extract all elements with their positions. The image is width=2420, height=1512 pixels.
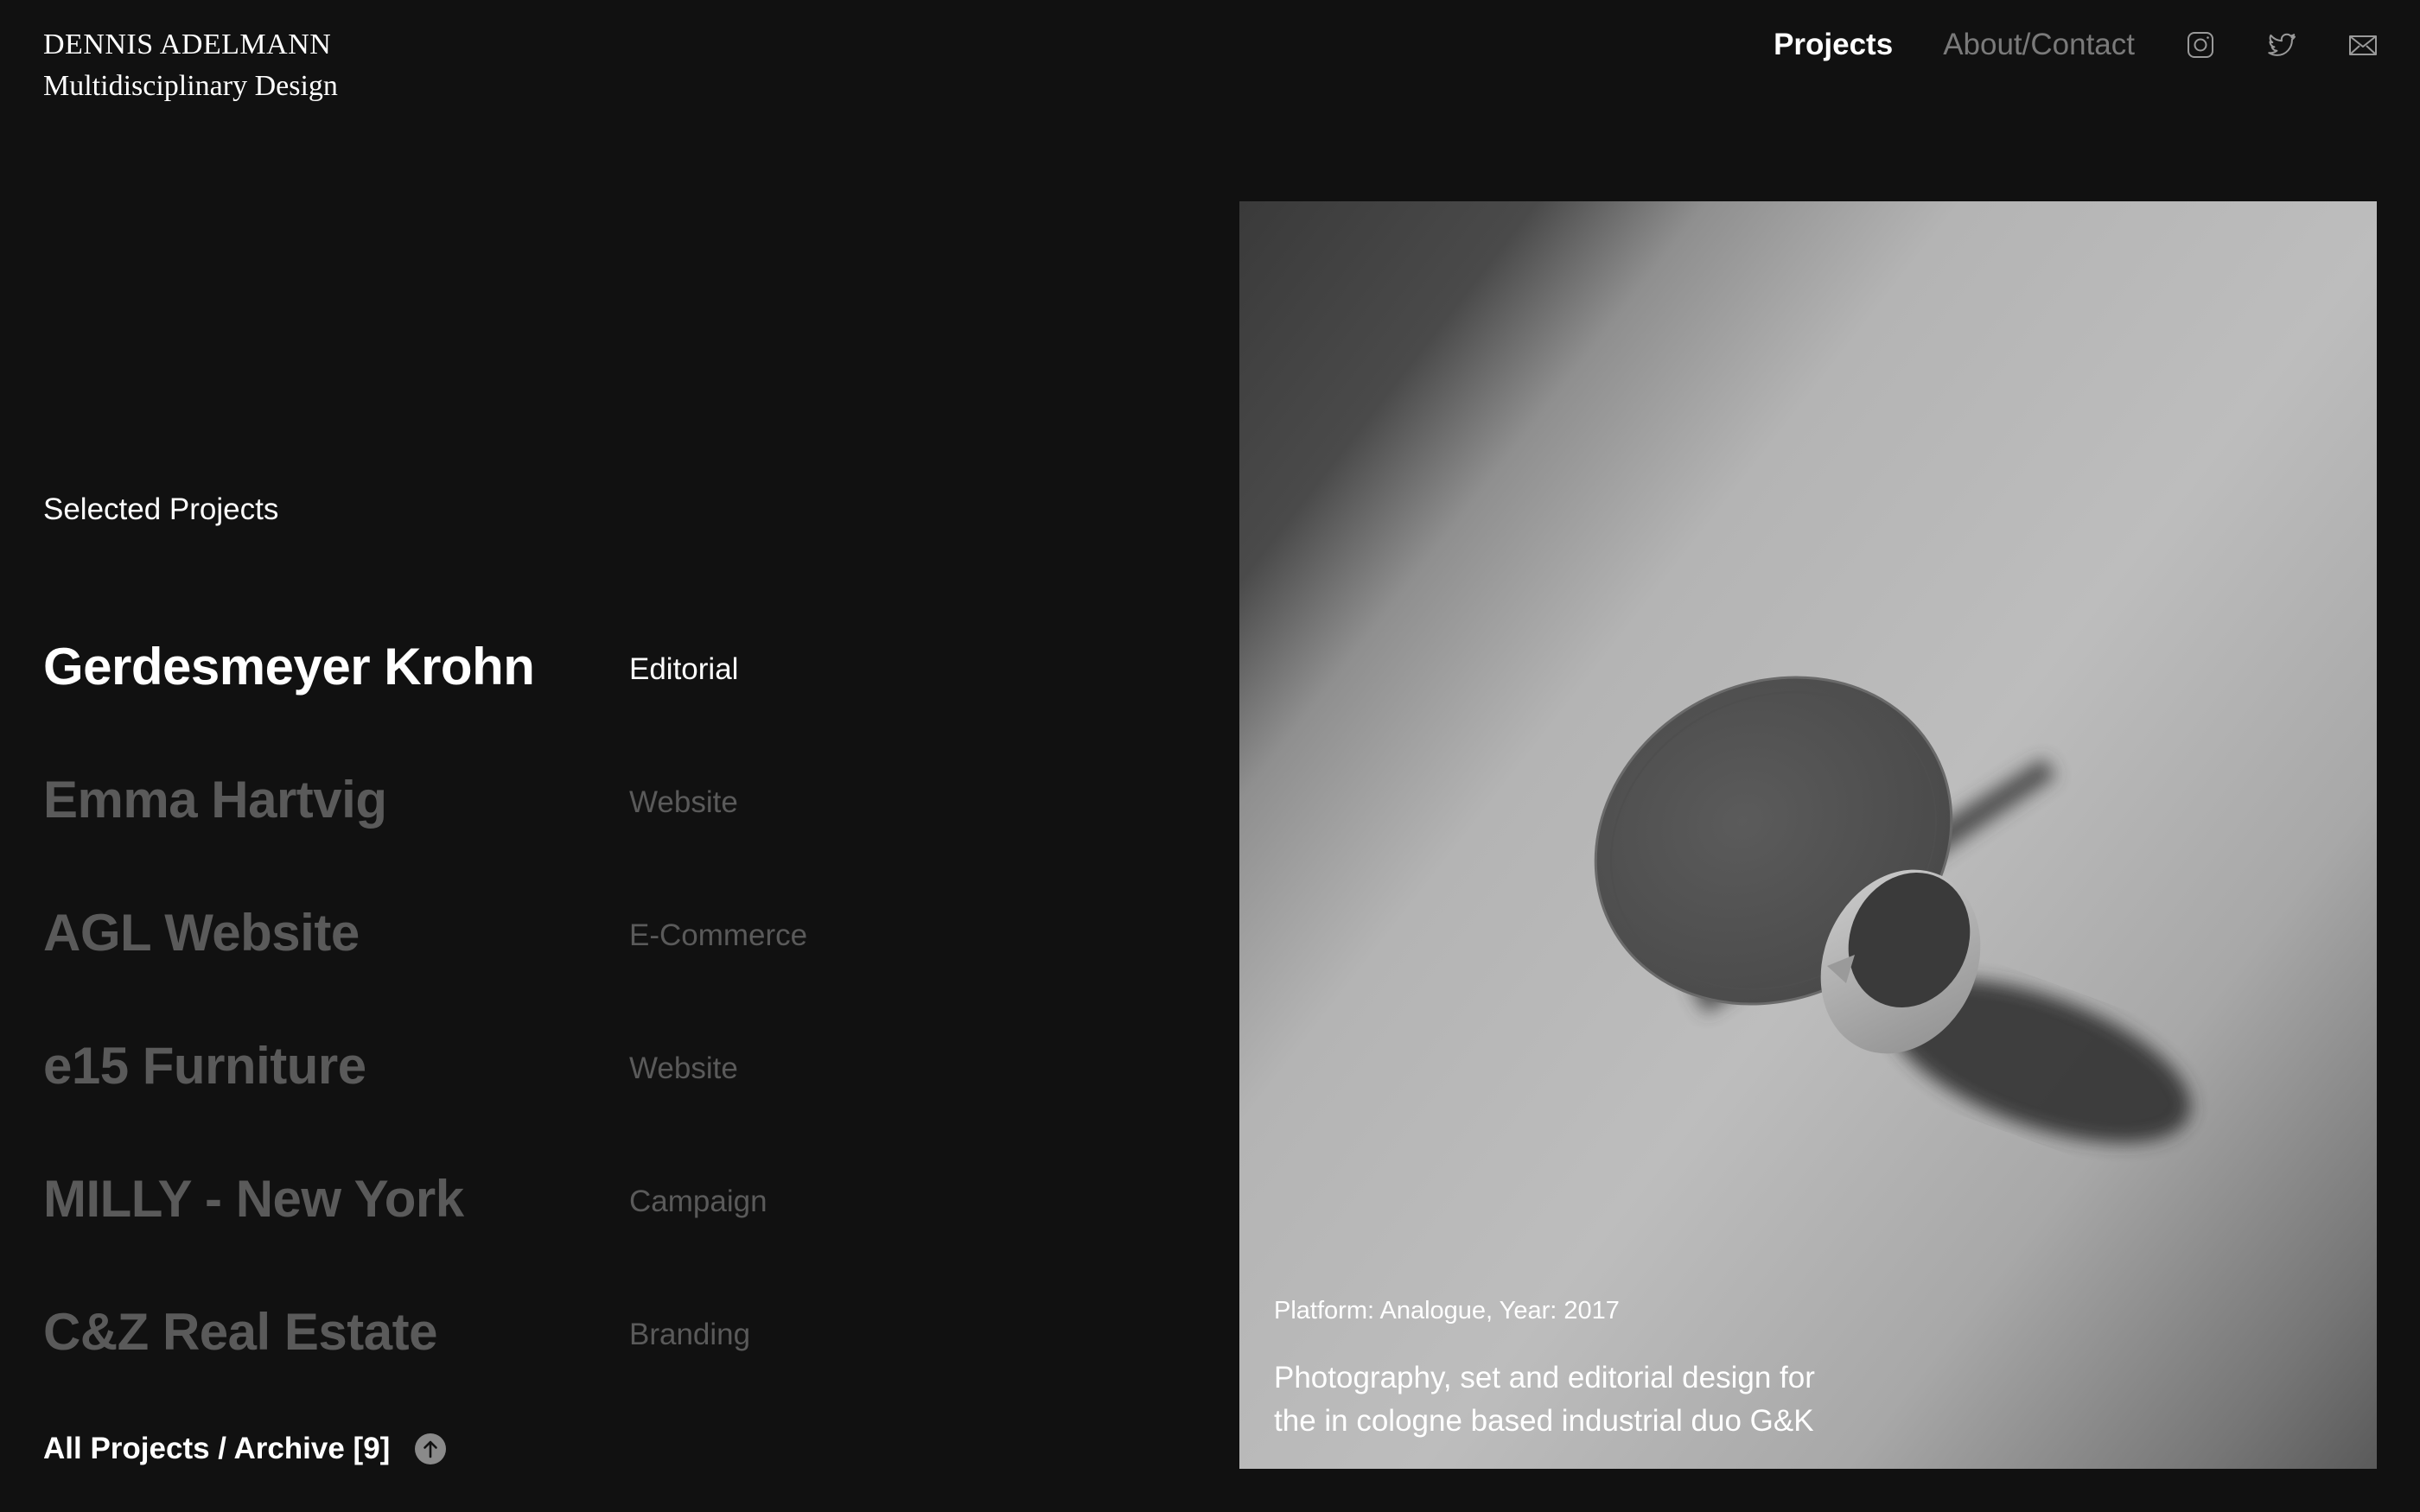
still-life-photo [1594,676,2191,1143]
brand-tagline: Multidisciplinary Design [43,70,338,102]
mail-icon[interactable] [2347,29,2379,60]
project-row-e15-furniture[interactable]: e15 Furniture Website [43,999,1167,1132]
main-nav: Projects About/Contact [1774,21,2379,69]
project-category: Branding [629,1318,751,1351]
project-category: Website [629,785,738,819]
project-description-line: the in cologne based industrial duo G&K [1274,1404,1814,1438]
project-title: MILLY - New York [43,1169,464,1228]
project-row-gerdesmeyer-krohn[interactable]: Gerdesmeyer Krohn Editorial [43,600,1167,733]
archive-label: All Projects / Archive [9] [43,1432,391,1465]
project-title: Emma Hartvig [43,770,387,829]
project-category: Website [629,1051,738,1085]
project-category: E-Commerce [629,918,808,952]
project-description: Photography, set and editorial design fo… [1274,1356,1931,1443]
all-projects-archive-link[interactable]: All Projects / Archive [9] [43,1427,447,1471]
project-caption: Platform: Analogue, Year: 2017 Photograp… [1274,1297,1931,1443]
project-description-line: Photography, set and editorial design fo… [1274,1361,1815,1394]
project-row-emma-hartvig[interactable]: Emma Hartvig Website [43,733,1167,866]
brand-logo[interactable]: DENNIS ADELMANN Multidisciplinary Design [43,26,338,109]
project-category: Campaign [629,1185,767,1218]
project-title: C&Z Real Estate [43,1302,437,1361]
project-row-agl-website[interactable]: AGL Website E-Commerce [43,866,1167,999]
nav-about-contact-link[interactable]: About/Contact [1943,28,2135,62]
arrow-up-circle-icon [414,1433,447,1465]
project-title: e15 Furniture [43,1036,366,1095]
twitter-icon[interactable] [2266,29,2297,60]
project-title: AGL Website [43,903,360,962]
section-title: Selected Projects [43,492,279,526]
project-list: Gerdesmeyer Krohn Editorial Emma Hartvig… [43,600,1167,1398]
project-row-milly-new-york[interactable]: MILLY - New York Campaign [43,1132,1167,1265]
nav-projects-link[interactable]: Projects [1774,28,1893,62]
project-hero-image[interactable]: Platform: Analogue, Year: 2017 Photograp… [1239,201,2377,1469]
project-meta: Platform: Analogue, Year: 2017 [1274,1297,1620,1325]
instagram-icon[interactable] [2185,29,2216,60]
project-category: Editorial [629,652,739,686]
project-title: Gerdesmeyer Krohn [43,637,535,696]
project-row-cz-real-estate[interactable]: C&Z Real Estate Branding [43,1265,1167,1398]
brand-name: DENNIS ADELMANN [43,29,332,60]
